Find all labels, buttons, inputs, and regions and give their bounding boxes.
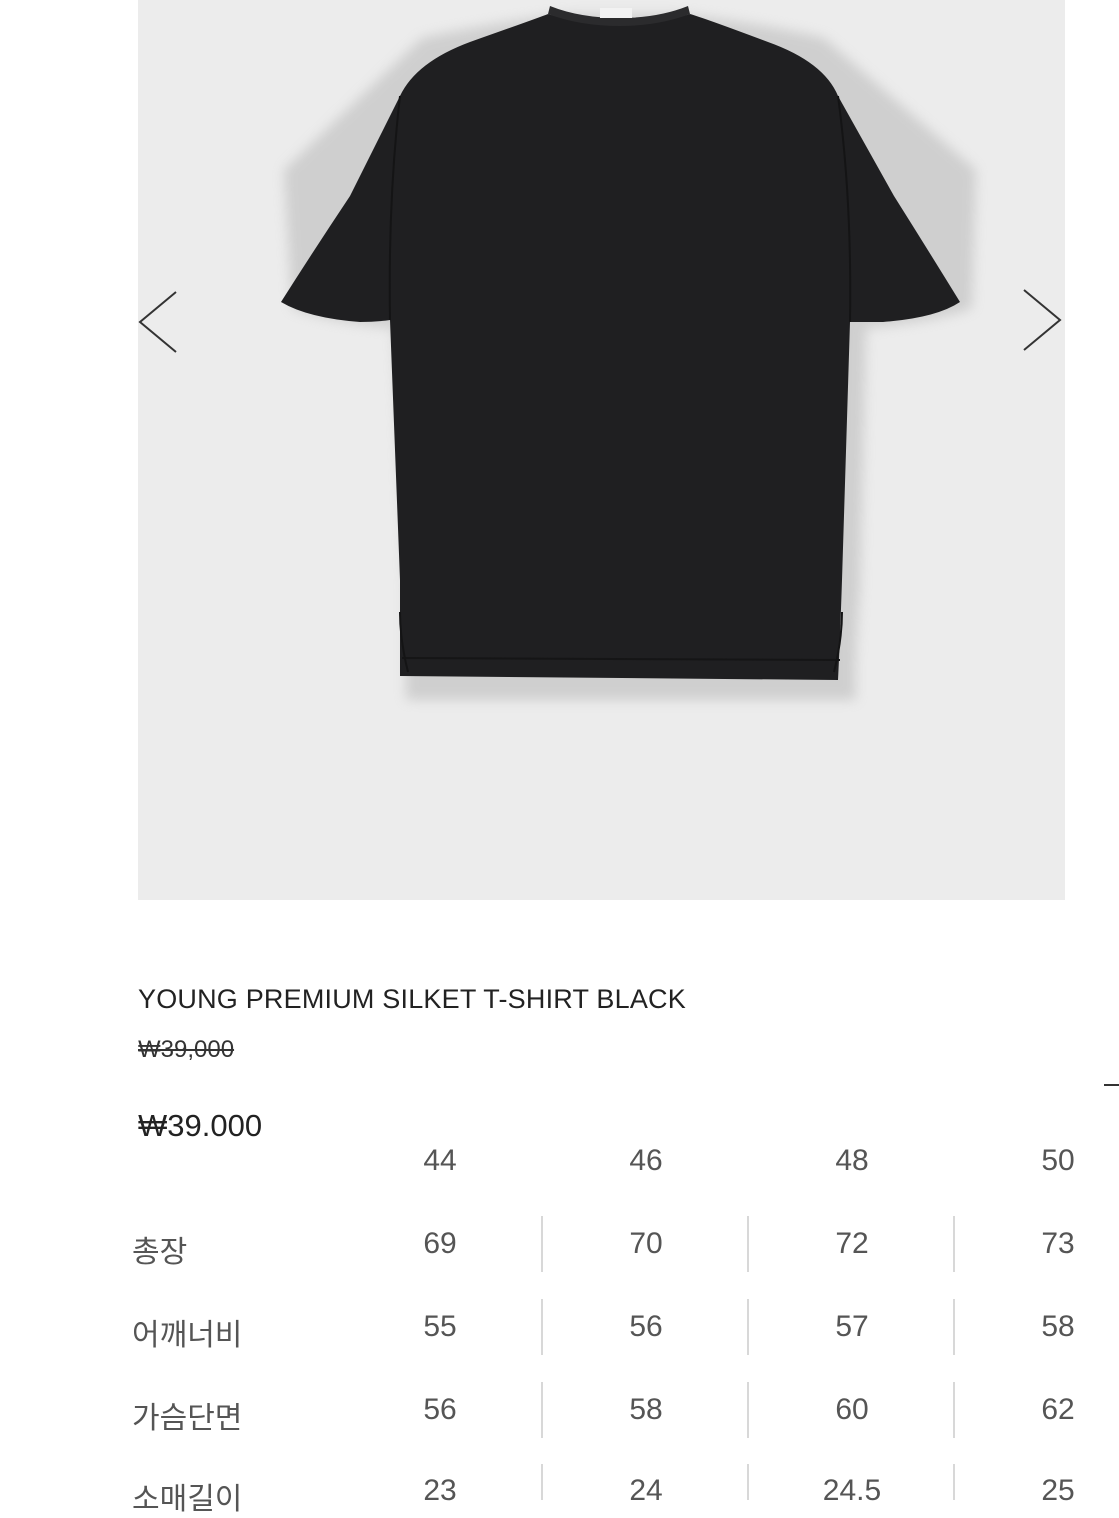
table-cell: 73 [1041,1227,1075,1260]
column-divider [953,1216,955,1272]
table-cell: 24 [629,1474,663,1507]
chevron-right-icon [1023,289,1062,351]
row-label: 가슴단면 [132,1401,243,1436]
table-cell: 23 [423,1474,457,1507]
table-cell: 24.5 [822,1474,882,1507]
row-label: 총장 [132,1235,188,1270]
column-divider [747,1216,749,1272]
table-cell: 58 [629,1393,663,1426]
size-header: 48 [835,1144,869,1177]
row-label: 어깨너비 [132,1318,243,1353]
table-cell: 69 [423,1227,457,1260]
size-header: 46 [629,1144,663,1177]
column-divider [541,1299,543,1355]
table-cell: 58 [1041,1310,1075,1343]
column-divider [747,1464,749,1500]
table-cell: 62 [1041,1393,1075,1426]
column-divider [953,1382,955,1438]
product-image [281,6,976,700]
original-price: ₩39,000 [138,1036,235,1063]
table-cell: 55 [423,1310,457,1343]
size-header: 50 [1041,1144,1075,1177]
column-divider [953,1299,955,1355]
edge-marker [1104,1084,1119,1086]
table-cell: 57 [835,1310,869,1343]
table-cell: 72 [835,1227,869,1260]
table-cell: 60 [835,1393,869,1426]
prev-image-button[interactable] [130,282,184,362]
size-header: 44 [423,1144,457,1177]
column-divider [541,1216,543,1272]
table-cell: 56 [423,1393,457,1426]
table-cell: 25 [1041,1474,1075,1507]
chevron-left-icon [138,291,177,353]
column-divider [953,1464,955,1500]
product-name: YOUNG PREMIUM SILKET T-SHIRT BLACK [138,984,686,1014]
column-divider [747,1382,749,1438]
column-divider [541,1464,543,1500]
column-divider [541,1382,543,1438]
column-divider [747,1299,749,1355]
product-gallery [138,0,1065,900]
row-label: 소매길이 [132,1482,243,1517]
table-cell: 56 [629,1310,663,1343]
table-cell: 70 [629,1227,663,1260]
sale-price: ₩39.000 [138,1108,263,1143]
next-image-button[interactable] [1014,280,1068,360]
